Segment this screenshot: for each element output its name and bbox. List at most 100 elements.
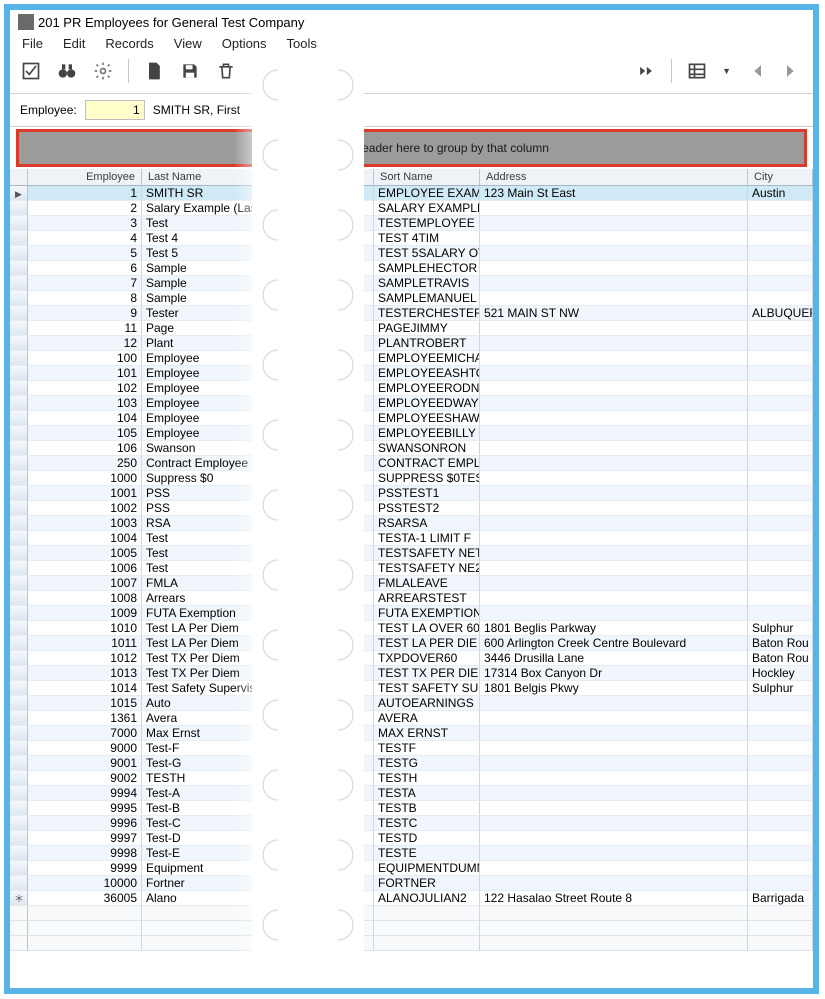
- cell-suffix[interactable]: [302, 381, 374, 396]
- cell-city[interactable]: [748, 726, 813, 741]
- cell-sort-name[interactable]: TESTSAFETY NE2: [374, 561, 480, 576]
- cell-sort-name[interactable]: PSSTEST2: [374, 501, 480, 516]
- cell-sort-name[interactable]: TESTE: [374, 846, 480, 861]
- cell-last-name[interactable]: Test-F: [142, 741, 302, 756]
- cell-address[interactable]: [480, 366, 748, 381]
- cell-sort-name[interactable]: EMPLOYEEMICHAEL: [374, 351, 480, 366]
- table-row[interactable]: 8SampleSAMPLEMANUEL: [10, 291, 813, 306]
- table-row[interactable]: 101EmployeeEMPLOYEEASHTON: [10, 366, 813, 381]
- cell-address[interactable]: [480, 876, 748, 891]
- cell-city[interactable]: [748, 756, 813, 771]
- col-city[interactable]: City: [748, 169, 813, 185]
- cell-city[interactable]: [748, 441, 813, 456]
- cell-last-name[interactable]: FMLA: [142, 576, 302, 591]
- cell-last-name[interactable]: Employee: [142, 366, 302, 381]
- cell-last-name[interactable]: FUTA Exemption: [142, 606, 302, 621]
- table-row[interactable]: 105EmployeeEMPLOYEEBILLY: [10, 426, 813, 441]
- cell-city[interactable]: [748, 381, 813, 396]
- table-row[interactable]: 9995Test-BTESTB: [10, 801, 813, 816]
- cell-last-name[interactable]: Test 4: [142, 231, 302, 246]
- cell-employee[interactable]: 1015: [28, 696, 142, 711]
- cell-suffix[interactable]: [302, 516, 374, 531]
- row-handle[interactable]: [10, 366, 28, 381]
- cell-sort-name[interactable]: EMPLOYEEASHTON: [374, 366, 480, 381]
- cell-suffix[interactable]: [302, 591, 374, 606]
- cell-sort-name[interactable]: EMPLOYEERODNEY: [374, 381, 480, 396]
- cell-suffix[interactable]: [302, 651, 374, 666]
- cell-city[interactable]: Sulphur: [748, 681, 813, 696]
- table-row[interactable]: 1003RSARSARSA: [10, 516, 813, 531]
- cell-address[interactable]: [480, 591, 748, 606]
- cell-last-name[interactable]: RSA: [142, 516, 302, 531]
- cell-city[interactable]: [748, 291, 813, 306]
- cell-city[interactable]: [748, 846, 813, 861]
- table-row[interactable]: 102EmployeeEMPLOYEERODNEY: [10, 381, 813, 396]
- cell-suffix[interactable]: [302, 261, 374, 276]
- cell-city[interactable]: [748, 501, 813, 516]
- cell-address[interactable]: 17314 Box Canyon Dr: [480, 666, 748, 681]
- undo-icon[interactable]: [251, 60, 273, 82]
- cell-employee[interactable]: 36005: [28, 891, 142, 906]
- row-handle[interactable]: [10, 756, 28, 771]
- cell-suffix[interactable]: [302, 696, 374, 711]
- cell-suffix[interactable]: [302, 486, 374, 501]
- cell-last-name[interactable]: Test LA Per Diem: [142, 621, 302, 636]
- cell-employee[interactable]: 1013: [28, 666, 142, 681]
- table-row[interactable]: 103EmployeeEMPLOYEEDWAYNE: [10, 396, 813, 411]
- cell-address[interactable]: [480, 381, 748, 396]
- cell-address[interactable]: 122 Hasalao Street Route 8: [480, 891, 748, 906]
- cell-city[interactable]: [748, 471, 813, 486]
- data-grid[interactable]: 1SMITH SREMPLOYEE EXAMPL123 Main St East…: [10, 186, 813, 951]
- cell-last-name[interactable]: Arrears: [142, 591, 302, 606]
- cell-suffix[interactable]: [302, 801, 374, 816]
- cell-suffix[interactable]: [302, 501, 374, 516]
- cell-suffix[interactable]: [302, 276, 374, 291]
- cell-suffix[interactable]: [302, 201, 374, 216]
- cell-sort-name[interactable]: AVERA: [374, 711, 480, 726]
- cell-last-name[interactable]: Alano: [142, 891, 302, 906]
- cell-address[interactable]: [480, 531, 748, 546]
- table-row[interactable]: 2Salary Example (LastNameSALARY EXAMPLEO: [10, 201, 813, 216]
- cell-suffix[interactable]: [302, 876, 374, 891]
- cell-suffix[interactable]: [302, 426, 374, 441]
- row-handle[interactable]: [10, 801, 28, 816]
- cell-city[interactable]: [748, 396, 813, 411]
- cell-suffix[interactable]: [302, 546, 374, 561]
- cell-sort-name[interactable]: PAGEJIMMY: [374, 321, 480, 336]
- col-suffix[interactable]: Suffix: [302, 169, 374, 185]
- cell-suffix[interactable]: [302, 666, 374, 681]
- cell-sort-name[interactable]: TEST LA PER DIE: [374, 636, 480, 651]
- cell-suffix[interactable]: [302, 471, 374, 486]
- cell-sort-name[interactable]: TXPDOVER60: [374, 651, 480, 666]
- cell-city[interactable]: [748, 696, 813, 711]
- cell-employee[interactable]: 250: [28, 456, 142, 471]
- cell-suffix[interactable]: [302, 561, 374, 576]
- cell-city[interactable]: [748, 711, 813, 726]
- cell-employee[interactable]: 9996: [28, 816, 142, 831]
- cell-city[interactable]: [748, 516, 813, 531]
- row-handle[interactable]: [10, 441, 28, 456]
- table-row[interactable]: 9999EquipmentEQUIPMENTDUMMY: [10, 861, 813, 876]
- row-handle[interactable]: [10, 846, 28, 861]
- row-handle[interactable]: [10, 291, 28, 306]
- cell-sort-name[interactable]: EMPLOYEESHAWN: [374, 411, 480, 426]
- cell-suffix[interactable]: [302, 306, 374, 321]
- cell-employee[interactable]: 9994: [28, 786, 142, 801]
- cell-suffix[interactable]: [302, 411, 374, 426]
- cell-address[interactable]: [480, 261, 748, 276]
- cell-suffix[interactable]: [302, 786, 374, 801]
- row-handle[interactable]: [10, 816, 28, 831]
- cell-city[interactable]: [748, 336, 813, 351]
- cell-address[interactable]: [480, 471, 748, 486]
- cell-sort-name[interactable]: SALARY EXAMPLEO: [374, 201, 480, 216]
- cell-sort-name[interactable]: TESTERCHESTER: [374, 306, 480, 321]
- cell-employee[interactable]: 105: [28, 426, 142, 441]
- table-row[interactable]: 10000FortnerFORTNER: [10, 876, 813, 891]
- row-handle[interactable]: [10, 426, 28, 441]
- cell-address[interactable]: [480, 231, 748, 246]
- table-row[interactable]: 1010Test LA Per DiemTEST LA OVER 601801 …: [10, 621, 813, 636]
- cell-employee[interactable]: 1005: [28, 546, 142, 561]
- cell-sort-name[interactable]: EMPLOYEEDWAYNE: [374, 396, 480, 411]
- cell-address[interactable]: 1801 Belgis Pkwy: [480, 681, 748, 696]
- cell-last-name[interactable]: Salary Example (LastName: [142, 201, 302, 216]
